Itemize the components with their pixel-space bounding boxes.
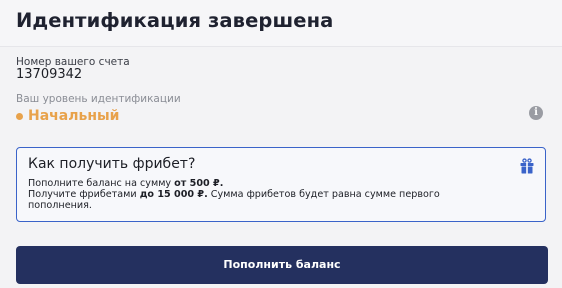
freebet-info-card: Как получить фрибет? Пополните баланс на… xyxy=(16,147,546,222)
page-title: Идентификация завершена xyxy=(16,9,334,32)
status-dot-icon xyxy=(16,112,23,120)
freebet-line-1: Пополните баланс на сумму от 500 ₽. xyxy=(28,178,223,189)
freebet-line-3: пополнения. xyxy=(28,200,92,211)
top-up-balance-button[interactable]: Пополнить баланс xyxy=(16,246,548,284)
freebet-max-amount: до 15 000 ₽. xyxy=(139,189,208,200)
gift-icon xyxy=(520,158,534,174)
info-icon[interactable]: i xyxy=(529,106,543,120)
identification-level: Начальный xyxy=(16,107,119,125)
account-number-value: 13709342 xyxy=(16,67,83,82)
identification-level-label: Ваш уровень идентификации xyxy=(16,93,181,105)
freebet-line-2-suffix: Сумма фрибетов будет равна сумме первого xyxy=(207,189,440,200)
freebet-line-2: Получите фрибетами до 15 000 ₽. Сумма фр… xyxy=(28,189,440,200)
identification-level-value: Начальный xyxy=(28,108,120,124)
freebet-min-amount: от 500 ₽. xyxy=(174,178,224,189)
page-header: Идентификация завершена xyxy=(0,0,562,47)
freebet-title: Как получить фрибет? xyxy=(28,156,196,172)
freebet-line-2-text: Получите фрибетами xyxy=(28,189,140,200)
freebet-line-1-text: Пополните баланс на сумму xyxy=(28,178,175,189)
